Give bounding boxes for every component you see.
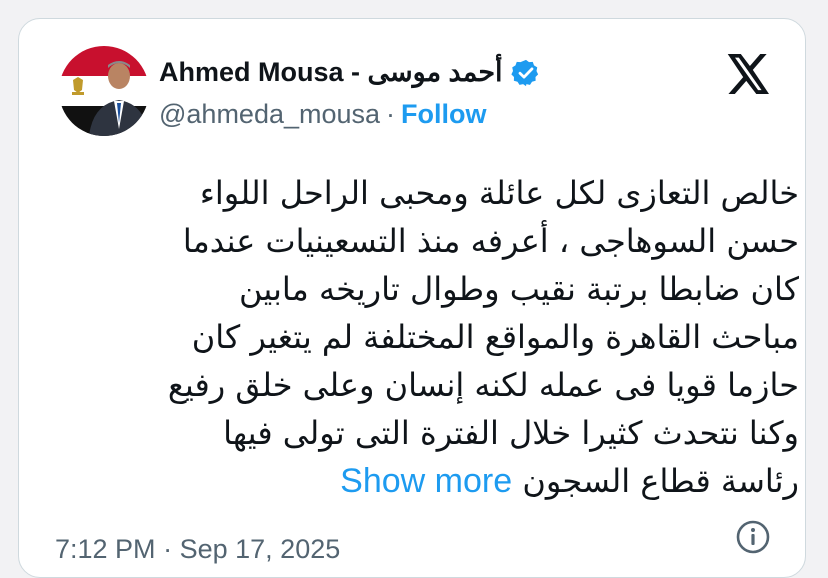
verified-badge-icon bbox=[510, 58, 541, 88]
handle-row: @ahmeda_mousa · Follow bbox=[159, 99, 487, 130]
handle-separator: · bbox=[386, 99, 396, 129]
tweet-line: حسن السوهاجى ، أعرفه منذ التسعينيات عندم… bbox=[182, 222, 799, 260]
show-more-link[interactable]: Show more bbox=[340, 462, 512, 500]
author-name-row: Ahmed Mousa - أحمد موسى bbox=[159, 57, 541, 88]
tweet-line: وكنا نتحدث كثيرا خلال الفترة التى تولى ف… bbox=[223, 414, 799, 452]
timestamp-separator: · bbox=[163, 534, 173, 564]
author-name[interactable]: Ahmed Mousa - أحمد موسى bbox=[159, 57, 503, 88]
follow-button[interactable]: Follow bbox=[401, 99, 486, 130]
tweet-last-line: رئاسة قطاع السجون Show more bbox=[59, 457, 799, 505]
tweet-line: مباحث القاهرة والمواقع المختلفة لم يتغير… bbox=[191, 318, 799, 356]
tweet-line: كان ضابطا برتبة نقيب وطوال تاريخه مابين bbox=[238, 270, 799, 308]
x-logo-icon[interactable] bbox=[727, 54, 771, 94]
tweet-line: خالص التعازى لكل عائلة ومحبى الراحل اللو… bbox=[199, 174, 799, 212]
info-icon[interactable] bbox=[735, 519, 771, 555]
tweet-time: 7:12 PM bbox=[55, 534, 156, 564]
tweet-date: Sep 17, 2025 bbox=[179, 534, 341, 564]
tweet-line: حازما قويا فى عمله لكنه إنسان وعلى خلق ر… bbox=[167, 366, 799, 404]
tweet-line: رئاسة قطاع السجون bbox=[522, 462, 799, 500]
tweet-text: خالص التعازى لكل عائلة ومحبى الراحل اللو… bbox=[59, 169, 799, 505]
author-handle[interactable]: @ahmeda_mousa bbox=[159, 99, 380, 130]
avatar[interactable] bbox=[59, 46, 149, 136]
tweet-card: Ahmed Mousa - أحمد موسى @ahmeda_mousa · … bbox=[18, 18, 806, 578]
tweet-timestamp[interactable]: 7:12 PM · Sep 17, 2025 bbox=[55, 534, 340, 565]
